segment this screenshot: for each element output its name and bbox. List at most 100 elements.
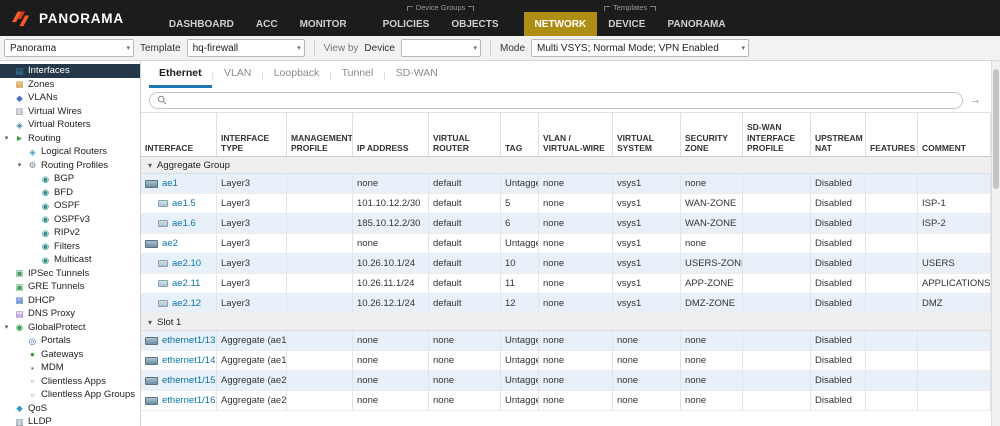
interface-link[interactable]: ae2.12 bbox=[172, 298, 201, 309]
sidebar-item-gre-tunnels[interactable]: ▣GRE Tunnels bbox=[0, 280, 140, 294]
search-box[interactable] bbox=[149, 92, 963, 109]
search-input[interactable] bbox=[171, 95, 955, 106]
cell-tag: 6 bbox=[501, 214, 539, 233]
sidebar-item-interfaces[interactable]: ▤Interfaces bbox=[0, 64, 140, 78]
cell-sd-wan-interface-profile bbox=[743, 234, 811, 253]
nav-item-policies[interactable]: POLICIES bbox=[372, 12, 441, 36]
interface-link[interactable]: ae2.10 bbox=[172, 258, 201, 269]
scrollbar-thumb[interactable] bbox=[993, 69, 999, 189]
tree-expand-caret-icon[interactable]: ▾ bbox=[2, 323, 11, 331]
cell-interface: ae2 bbox=[141, 234, 217, 253]
column-header-virtual-system[interactable]: VIRTUAL SYSTEM bbox=[613, 113, 681, 156]
column-header-virtual-router[interactable]: VIRTUAL ROUTER bbox=[429, 113, 501, 156]
tab-vlan[interactable]: VLAN bbox=[214, 61, 261, 88]
sidebar-item-gateways[interactable]: ●Gateways bbox=[0, 348, 140, 362]
tab-tunnel[interactable]: Tunnel bbox=[332, 61, 384, 88]
interface-link[interactable]: ae1 bbox=[162, 178, 178, 189]
sidebar-item-ripv2[interactable]: ◉RIPv2 bbox=[0, 226, 140, 240]
device-select[interactable]: ▾ bbox=[401, 39, 481, 57]
sidebar-item-qos[interactable]: ◆QoS bbox=[0, 402, 140, 416]
sidebar-item-ospfv3[interactable]: ◉OSPFv3 bbox=[0, 213, 140, 227]
interface-link[interactable]: ethernet1/13 bbox=[162, 335, 215, 346]
template-select[interactable]: hq-firewall ▾ bbox=[187, 39, 305, 57]
cell-vlan-virtual-wire: none bbox=[539, 274, 613, 293]
sidebar-item-zones[interactable]: ▦Zones bbox=[0, 78, 140, 92]
column-header-interface-type[interactable]: INTERFACE TYPE bbox=[217, 113, 287, 156]
column-header-tag[interactable]: TAG bbox=[501, 113, 539, 156]
table-row-ae2-11[interactable]: ae2.11Layer310.26.11.1/24default11nonevs… bbox=[141, 274, 991, 294]
interface-link[interactable]: ethernet1/14 bbox=[162, 355, 215, 366]
sidebar-item-multicast[interactable]: ◉Multicast bbox=[0, 253, 140, 267]
sidebar-item-globalprotect[interactable]: ▾◉GlobalProtect bbox=[0, 321, 140, 335]
sidebar-item-vlans[interactable]: ◆VLANs bbox=[0, 91, 140, 105]
sidebar-item-virtual-wires[interactable]: ▥Virtual Wires bbox=[0, 105, 140, 119]
column-header-upstream-nat[interactable]: UPSTREAM NAT bbox=[811, 113, 866, 156]
nav-item-monitor[interactable]: MONITOR bbox=[289, 12, 358, 36]
sidebar-item-routing-profiles[interactable]: ▾⚙Routing Profiles bbox=[0, 159, 140, 173]
column-header-sd-wan-interface-profile[interactable]: SD-WAN INTERFACE PROFILE bbox=[743, 113, 811, 156]
tab-loopback[interactable]: Loopback bbox=[264, 61, 330, 88]
sidebar-item-bgp[interactable]: ◉BGP bbox=[0, 172, 140, 186]
tab-sd-wan[interactable]: SD-WAN bbox=[386, 61, 448, 88]
column-header-management-profile[interactable]: MANAGEMENT PROFILE bbox=[287, 113, 353, 156]
cell-sd-wan-interface-profile bbox=[743, 294, 811, 313]
column-header-interface[interactable]: INTERFACE bbox=[141, 113, 217, 156]
sidebar-item-clientless-apps[interactable]: ▫Clientless Apps bbox=[0, 375, 140, 389]
sidebar-item-routing[interactable]: ▾►Routing bbox=[0, 132, 140, 146]
interface-link[interactable]: ethernet1/15 bbox=[162, 375, 215, 386]
sidebar-item-clientless-app-groups[interactable]: ▫Clientless App Groups bbox=[0, 388, 140, 402]
table-row-ethernet1-14[interactable]: ethernet1/14Aggregate (ae1)nonenoneUntag… bbox=[141, 351, 991, 371]
table-row-ae1[interactable]: ae1Layer3nonedefaultUntaggednonevsys1non… bbox=[141, 174, 991, 194]
column-header-vlan-virtual-wire[interactable]: VLAN / VIRTUAL-WIRE bbox=[539, 113, 613, 156]
interface-link[interactable]: ethernet1/16 bbox=[162, 395, 215, 406]
sidebar-item-logical-routers[interactable]: ◈Logical Routers bbox=[0, 145, 140, 159]
group-row-aggregate-group[interactable]: ▾Aggregate Group bbox=[141, 157, 991, 174]
table-row-ethernet1-15[interactable]: ethernet1/15Aggregate (ae2)nonenoneUntag… bbox=[141, 371, 991, 391]
sidebar-item-filters[interactable]: ◉Filters bbox=[0, 240, 140, 254]
sidebar-item-dns-proxy[interactable]: ▤DNS Proxy bbox=[0, 307, 140, 321]
nav-item-objects[interactable]: OBJECTS bbox=[440, 12, 509, 36]
sidebar-item-label: DNS Proxy bbox=[28, 308, 75, 319]
interface-link[interactable]: ae1.5 bbox=[172, 198, 196, 209]
table-row-ethernet1-13[interactable]: ethernet1/13Aggregate (ae1)nonenoneUntag… bbox=[141, 331, 991, 351]
nav-item-dashboard[interactable]: DASHBOARD bbox=[158, 12, 245, 36]
cell-management-profile bbox=[287, 194, 353, 213]
column-header-security-zone[interactable]: SECURITY ZONE bbox=[681, 113, 743, 156]
table-row-ae2[interactable]: ae2Layer3nonedefaultUntaggednonevsys1non… bbox=[141, 234, 991, 254]
sidebar-item-lldp[interactable]: ▥LLDP bbox=[0, 415, 140, 426]
sidebar-item-dhcp[interactable]: ▦DHCP bbox=[0, 294, 140, 308]
interface-link[interactable]: ae1.6 bbox=[172, 218, 196, 229]
group-row-slot-1[interactable]: ▾Slot 1 bbox=[141, 314, 991, 331]
interface-link[interactable]: ae2 bbox=[162, 238, 178, 249]
cell-virtual-system: vsys1 bbox=[613, 214, 681, 233]
nav-item-device[interactable]: DEVICE bbox=[597, 12, 656, 36]
tree-expand-caret-icon[interactable]: ▾ bbox=[2, 134, 11, 142]
table-row-ae1-6[interactable]: ae1.6Layer3185.10.12.2/30default6nonevsy… bbox=[141, 214, 991, 234]
column-header-comment[interactable]: COMMENT bbox=[918, 113, 991, 156]
sidebar-item-mdm[interactable]: ▪MDM bbox=[0, 361, 140, 375]
sidebar-item-bfd[interactable]: ◉BFD bbox=[0, 186, 140, 200]
table-row-ethernet1-16[interactable]: ethernet1/16Aggregate (ae2)nonenoneUntag… bbox=[141, 391, 991, 411]
mode-select[interactable]: Multi VSYS; Normal Mode; VPN Enabled ▾ bbox=[531, 39, 749, 57]
group-collapse-caret-icon[interactable]: ▾ bbox=[148, 161, 152, 170]
nav-item-acc[interactable]: ACC bbox=[245, 12, 289, 36]
interface-link[interactable]: ae2.11 bbox=[172, 278, 200, 289]
sidebar-item-ospf[interactable]: ◉OSPF bbox=[0, 199, 140, 213]
table-row-ae2-10[interactable]: ae2.10Layer310.26.10.1/24default10nonevs… bbox=[141, 254, 991, 274]
sidebar-item-portals[interactable]: ◎Portals bbox=[0, 334, 140, 348]
nav-item-panorama[interactable]: PANORAMA bbox=[656, 12, 736, 36]
apply-filter-icon[interactable]: → bbox=[968, 94, 983, 106]
cell-interface: ethernet1/16 bbox=[141, 391, 217, 410]
sidebar-item-virtual-routers[interactable]: ◈Virtual Routers bbox=[0, 118, 140, 132]
column-header-ip-address[interactable]: IP ADDRESS bbox=[353, 113, 429, 156]
group-collapse-caret-icon[interactable]: ▾ bbox=[148, 318, 152, 327]
tab-ethernet[interactable]: Ethernet bbox=[149, 61, 212, 88]
column-header-features[interactable]: FEATURES bbox=[866, 113, 918, 156]
sidebar-item-ipsec-tunnels[interactable]: ▣IPSec Tunnels bbox=[0, 267, 140, 281]
vertical-scrollbar[interactable] bbox=[991, 61, 1000, 426]
nav-item-network[interactable]: NETWORK bbox=[524, 12, 598, 36]
context-select[interactable]: Panorama ▾ bbox=[4, 39, 134, 57]
table-row-ae2-12[interactable]: ae2.12Layer310.26.12.1/24default12nonevs… bbox=[141, 294, 991, 314]
table-row-ae1-5[interactable]: ae1.5Layer3101.10.12.2/30default5nonevsy… bbox=[141, 194, 991, 214]
tree-expand-caret-icon[interactable]: ▾ bbox=[15, 161, 24, 169]
